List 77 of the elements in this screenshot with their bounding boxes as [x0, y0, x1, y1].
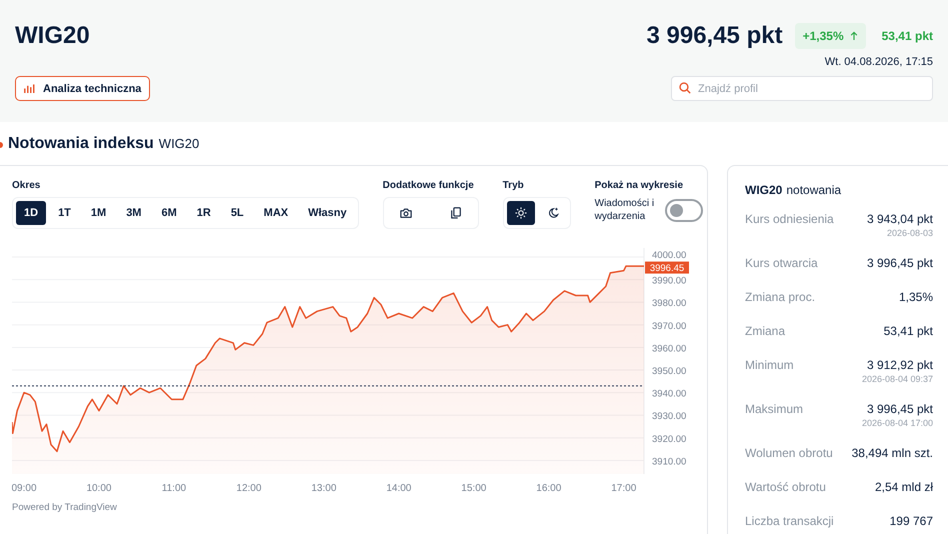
- y-tick-label: 3930.00: [652, 411, 686, 422]
- quote-label: Minimum: [745, 357, 794, 374]
- quote-label: Kurs odniesienia: [745, 211, 834, 228]
- index-title: WIG20: [15, 22, 90, 50]
- last-price-tag: 3996.45: [645, 262, 689, 274]
- period-tab[interactable]: 1R: [188, 201, 219, 225]
- quote-value: 38,494 mln szt.: [852, 445, 933, 462]
- period-tab[interactable]: 1D: [16, 201, 46, 225]
- sun-icon: [514, 207, 527, 219]
- news-toggle[interactable]: [664, 198, 703, 222]
- y-tick-label: 3910.00: [652, 456, 686, 468]
- quote-date: 2026-08-04 17:00: [862, 418, 933, 428]
- overlay-label: Pokaż na wykresie: [594, 180, 684, 193]
- x-tick-label: 10:00: [86, 483, 112, 494]
- attribution-text: Powered by TradingView: [12, 502, 117, 513]
- y-tick-label: 3980.00: [652, 298, 686, 310]
- quote-value: 3 943,04 pkt: [866, 211, 933, 228]
- x-tick-label: 15:00: [461, 483, 486, 494]
- period-tab[interactable]: Własny: [300, 201, 355, 225]
- y-tick-label: 4000.00: [652, 250, 686, 262]
- y-tick-label: 3920.00: [652, 434, 686, 445]
- quote-date: 2026-08-03: [886, 228, 933, 238]
- quote-value: 3 996,45 pkt: [866, 255, 933, 272]
- camera-icon: [400, 207, 412, 219]
- quote-value: 53,41 pkt: [884, 323, 933, 340]
- quote-value: 3 912,92 pkt: [866, 357, 933, 374]
- x-tick-label: 17:00: [611, 483, 636, 494]
- period-label: Okres: [12, 180, 42, 193]
- quotes-subtitle: notowania: [786, 183, 842, 197]
- section-subtitle: WIG20: [158, 136, 200, 151]
- copy-icon: [450, 207, 462, 219]
- timestamp: Wt. 04.08.2026, 17:15: [824, 56, 933, 68]
- quote-label: Wartość obrotu: [745, 479, 826, 496]
- quote-value: 3 996,45 pkt: [866, 401, 933, 418]
- section-title: Notowania indeksu: [8, 135, 154, 153]
- x-tick-label: 16:00: [536, 483, 562, 494]
- analysis-button[interactable]: Analiza techniczna: [15, 76, 150, 101]
- change-points: 53,41 pkt: [882, 29, 933, 43]
- annotation: 3996.45: [650, 263, 684, 274]
- y-tick-label: 3990.00: [652, 276, 686, 287]
- arrow-up-icon: [850, 31, 858, 41]
- search-icon: [679, 82, 691, 94]
- quote-label: Kurs otwarcia: [745, 255, 818, 272]
- quote-label: Maksimum: [745, 401, 804, 418]
- period-tab[interactable]: MAX: [256, 201, 296, 225]
- x-tick-label: 12:00: [236, 483, 262, 494]
- y-tick-label: 3960.00: [652, 343, 686, 354]
- x-tick-label: 14:00: [386, 483, 412, 494]
- quote-label: Zmiana: [745, 323, 786, 340]
- quote-label: Wolumen obrotu: [745, 445, 833, 462]
- x-tick-label: 13:00: [311, 483, 336, 494]
- quote-value: 199 767: [890, 513, 933, 530]
- mode-label: Tryb: [502, 180, 525, 193]
- y-tick-label: 3970.00: [652, 320, 686, 332]
- quote-value: 1,35%: [898, 289, 933, 306]
- y-tick-label: 3940.00: [652, 388, 686, 400]
- bar-chart-icon: [24, 84, 35, 93]
- news-events-label: Wiadomości i wydarzenia: [594, 197, 656, 223]
- moon-icon: [546, 207, 559, 219]
- light-mode-button[interactable]: [506, 201, 535, 225]
- period-tab[interactable]: 5L: [222, 201, 252, 225]
- x-tick-label: 11:00: [162, 483, 186, 494]
- search-field[interactable]: Znajdź profil: [671, 76, 933, 101]
- x-tick-label: 09:00: [12, 483, 36, 494]
- y-tick-label: 3950.00: [652, 366, 686, 378]
- period-tab[interactable]: 6M: [153, 201, 185, 225]
- quote-value: 2,54 mld zł: [874, 479, 933, 496]
- quote-label: Liczba transakcji: [745, 513, 834, 530]
- period-tab[interactable]: 1M: [82, 201, 114, 225]
- change-percent: +1,35%: [802, 29, 844, 43]
- quote-date: 2026-08-04 09:37: [862, 374, 933, 384]
- quote-label: Zmiana proc.: [745, 289, 816, 306]
- period-tab[interactable]: 1T: [50, 201, 79, 225]
- index-price: 3 996,45 pkt: [646, 22, 783, 50]
- quotes-title: WIG20: [745, 183, 782, 197]
- period-tab[interactable]: 3M: [118, 201, 150, 225]
- functions-label: Dodatkowe funkcje: [382, 180, 475, 193]
